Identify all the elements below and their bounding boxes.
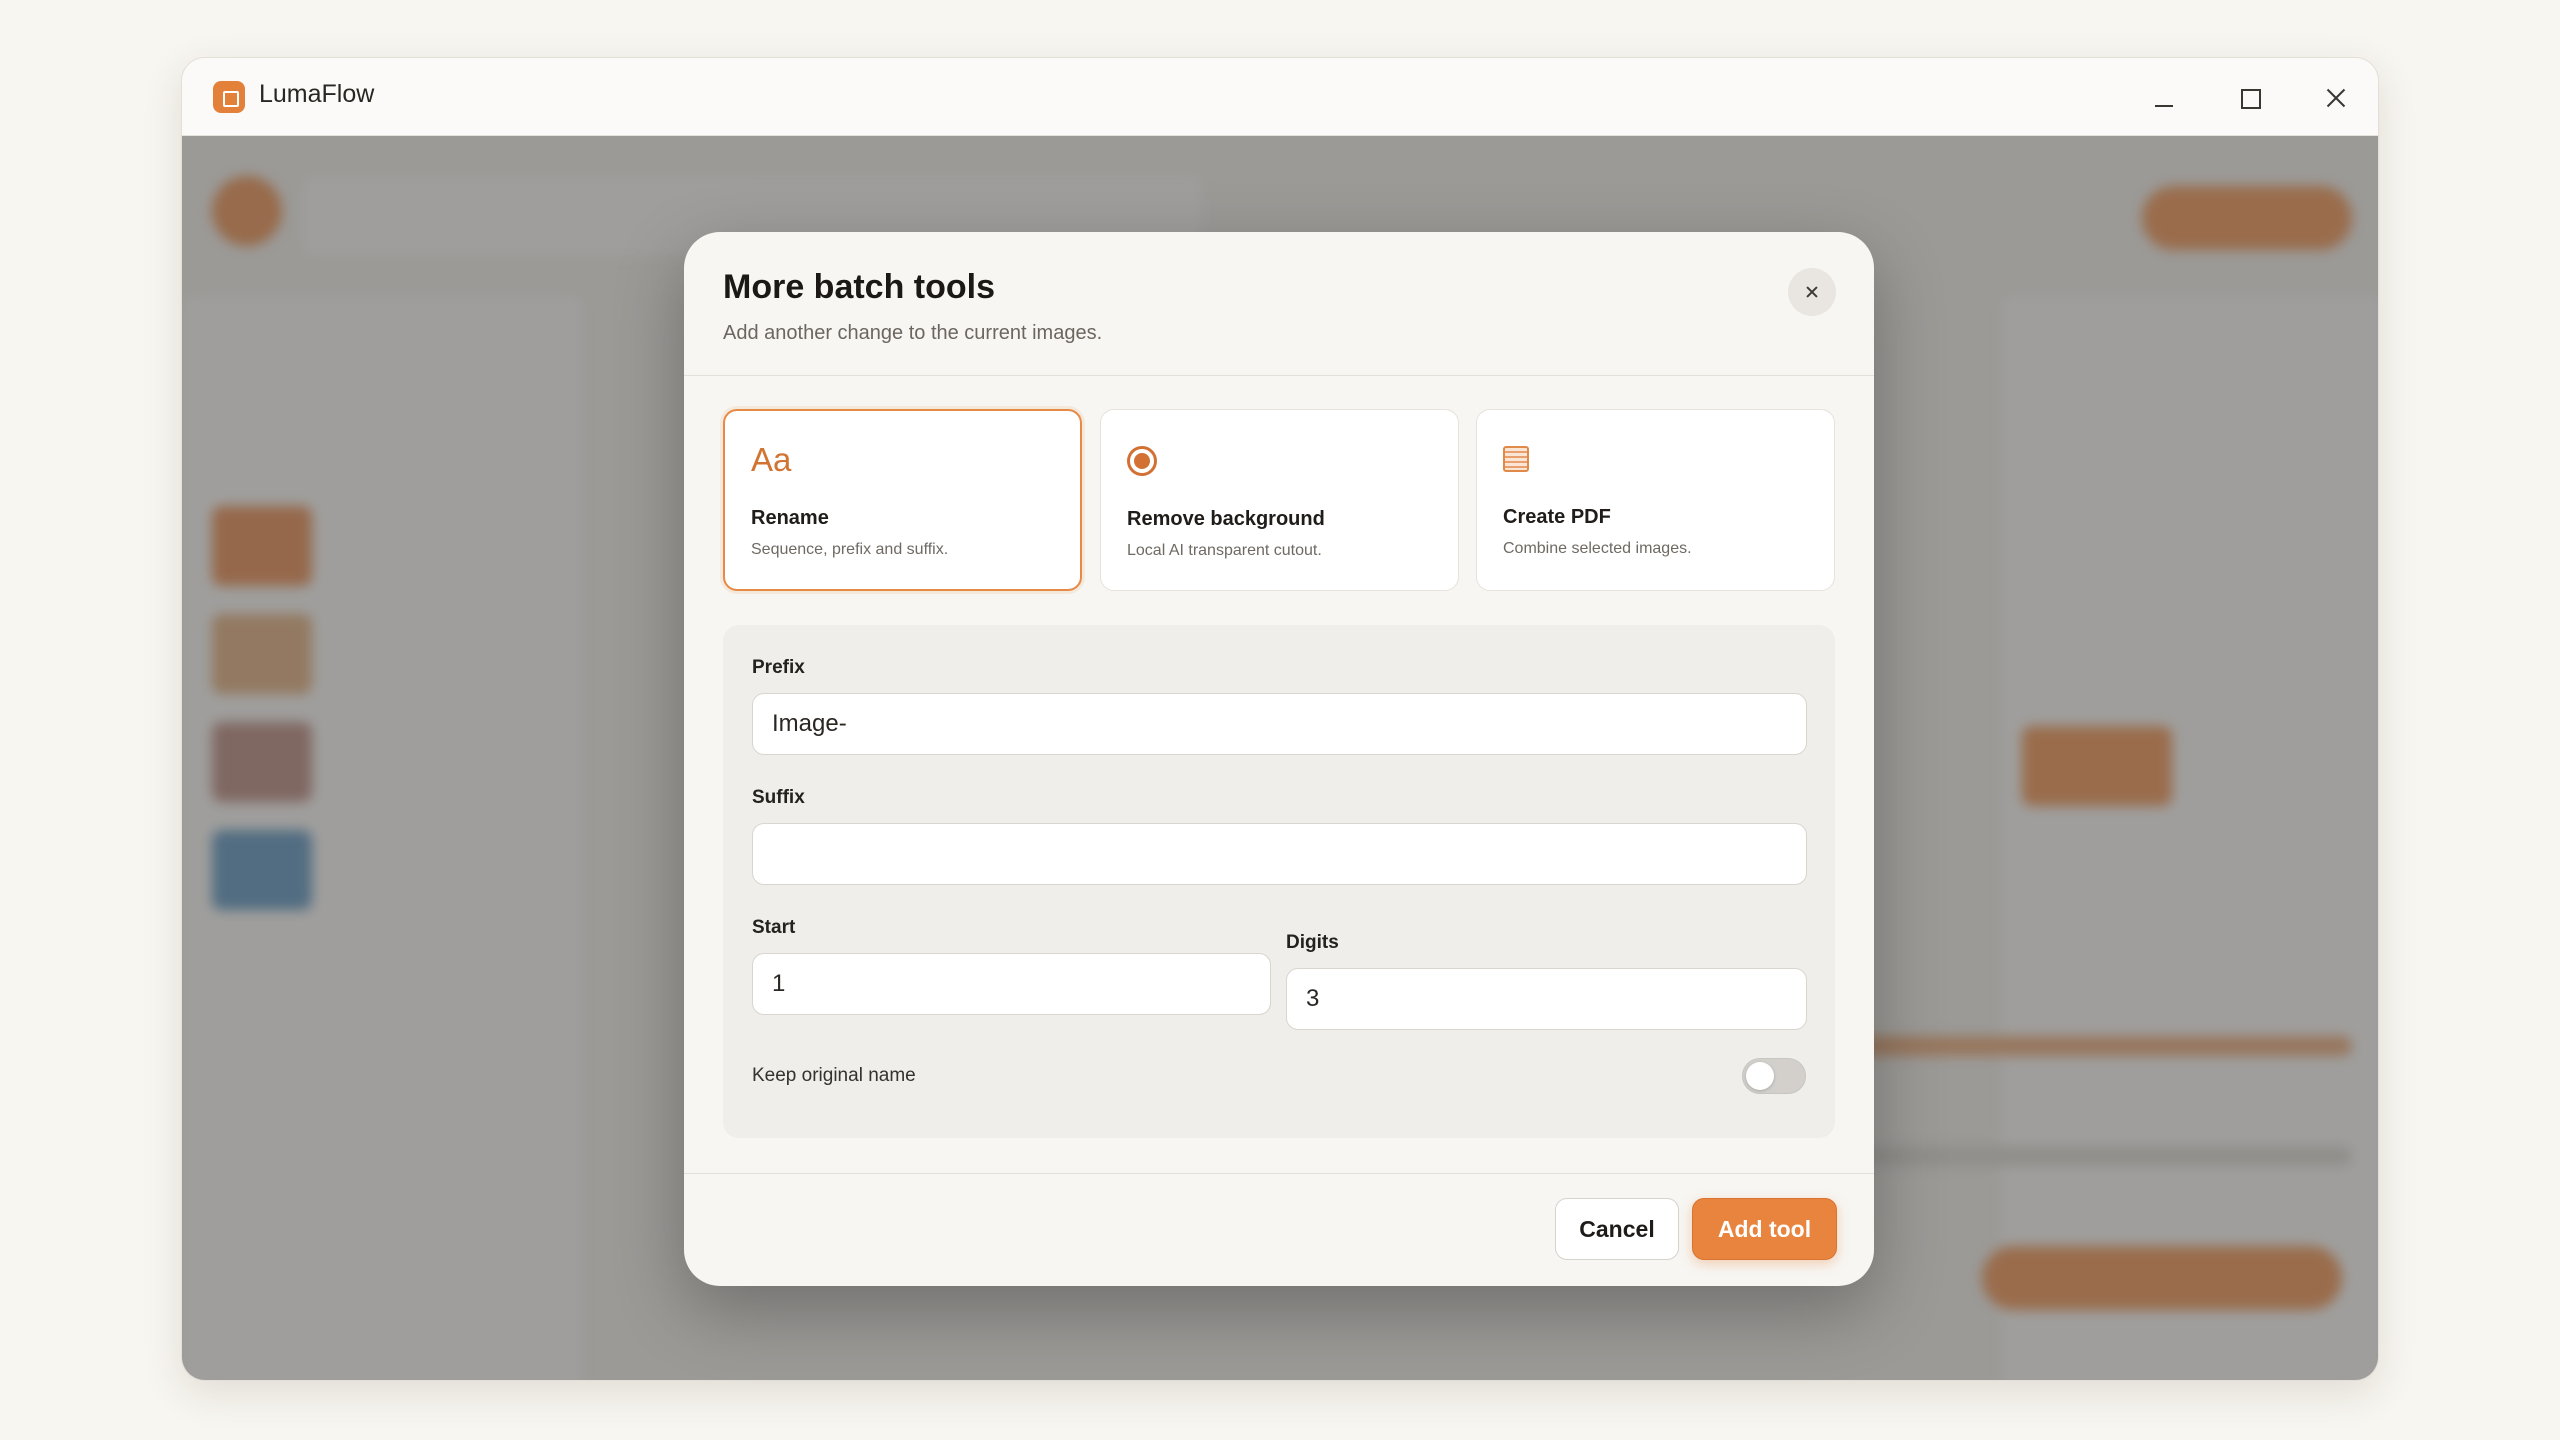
app-title: LumaFlow xyxy=(259,80,375,108)
toggle-knob xyxy=(1746,1062,1774,1090)
tool-name: Remove background xyxy=(1127,508,1325,530)
suffix-label: Suffix xyxy=(752,787,805,808)
batch-tools-dialog: More batch tools Add another change to t… xyxy=(684,232,1874,1286)
rename-options-panel: Prefix Suffix Start Digits Keep original… xyxy=(723,625,1835,1138)
close-dialog-button[interactable] xyxy=(1788,268,1836,316)
close-window-icon[interactable] xyxy=(2316,78,2356,118)
tool-name: Rename xyxy=(751,507,829,529)
tool-card-rename[interactable]: Aa Rename Sequence, prefix and suffix. xyxy=(723,409,1082,591)
keep-original-label: Keep original name xyxy=(752,1065,916,1086)
cancel-button[interactable]: Cancel xyxy=(1555,1198,1679,1260)
header-divider xyxy=(684,375,1874,376)
dialog-title: More batch tools xyxy=(723,268,996,306)
minimize-icon[interactable] xyxy=(2144,78,2184,118)
text-case-icon: Aa xyxy=(751,441,792,478)
tool-description: Local AI transparent cutout. xyxy=(1127,542,1322,559)
prefix-label: Prefix xyxy=(752,657,805,678)
app-logo-icon xyxy=(213,81,245,113)
title-bar: LumaFlow xyxy=(182,58,2378,136)
tool-card-create-pdf[interactable]: Create PDF Combine selected images. xyxy=(1476,409,1835,591)
start-input[interactable] xyxy=(752,953,1271,1015)
maximize-icon[interactable] xyxy=(2230,78,2270,118)
dialog-subtitle: Add another change to the current images… xyxy=(723,322,1103,344)
footer-divider xyxy=(684,1173,1874,1174)
document-icon xyxy=(1503,446,1529,472)
keep-original-toggle[interactable] xyxy=(1742,1058,1806,1094)
start-label: Start xyxy=(752,917,796,938)
suffix-input[interactable] xyxy=(752,823,1807,885)
prefix-input[interactable] xyxy=(752,693,1807,755)
target-icon xyxy=(1127,446,1157,476)
tool-card-remove-background[interactable]: Remove background Local AI transparent c… xyxy=(1100,409,1459,591)
digits-input[interactable] xyxy=(1286,968,1807,1030)
tool-description: Sequence, prefix and suffix. xyxy=(751,541,949,558)
digits-label: Digits xyxy=(1286,932,1339,953)
add-tool-button[interactable]: Add tool xyxy=(1692,1198,1837,1260)
tool-description: Combine selected images. xyxy=(1503,540,1692,557)
tool-name: Create PDF xyxy=(1503,506,1611,528)
